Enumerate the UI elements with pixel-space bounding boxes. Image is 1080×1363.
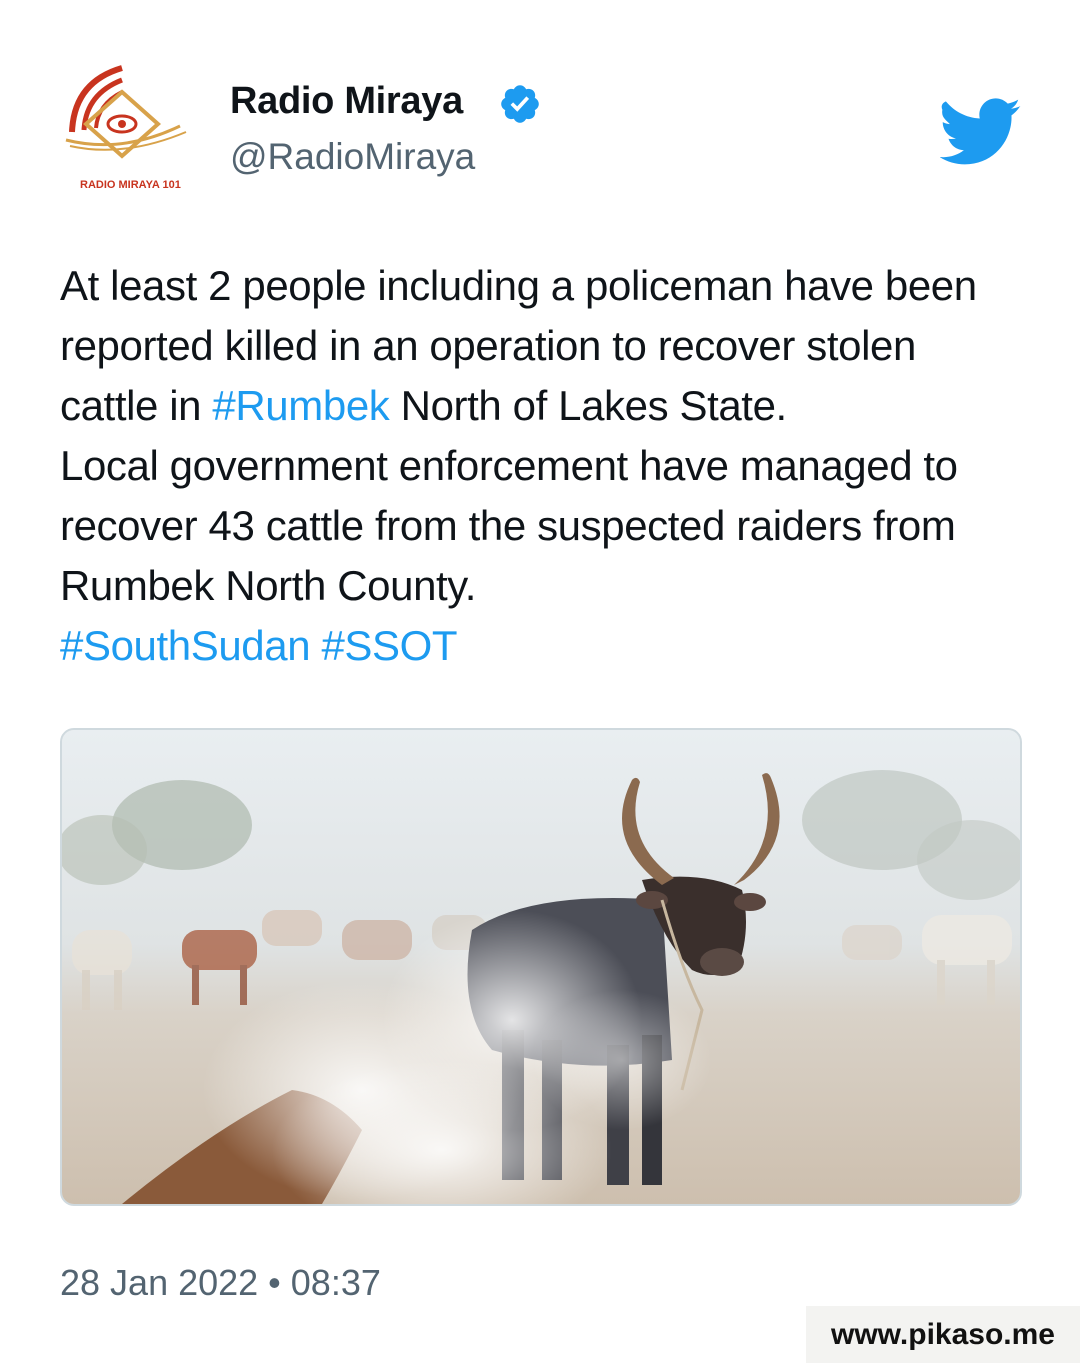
display-name[interactable]: Radio Miraya <box>230 80 463 123</box>
tweet-media-image[interactable] <box>60 728 1022 1206</box>
avatar-caption: RADIO MIRAYA 101 <box>80 179 181 191</box>
hashtag-rumbek[interactable]: #Rumbek <box>212 382 389 429</box>
watermark: www.pikaso.me <box>806 1306 1080 1363</box>
tweet-text: At least 2 people including a policeman … <box>60 256 1020 676</box>
tweet-text-segment: North of Lakes State. <box>389 382 788 429</box>
cattle-camp-photo <box>62 730 1020 1204</box>
tweet-text-segment: Local government enforcement have manage… <box>60 442 958 609</box>
tweet-timestamp[interactable]: 28 Jan 2022 • 08:37 <box>60 1262 381 1304</box>
avatar[interactable]: RADIO MIRAYA 101 <box>62 62 202 192</box>
twitter-bird-icon[interactable] <box>940 98 1022 166</box>
hashtag-southsudan[interactable]: #SouthSudan <box>60 622 311 669</box>
verified-badge-icon <box>501 85 539 123</box>
hashtag-ssot[interactable]: #SSOT <box>321 622 457 669</box>
tweet-text-segment <box>310 622 321 669</box>
handle[interactable]: @RadioMiraya <box>230 136 475 178</box>
radio-miraya-logo-icon: RADIO MIRAYA 101 <box>65 65 187 191</box>
